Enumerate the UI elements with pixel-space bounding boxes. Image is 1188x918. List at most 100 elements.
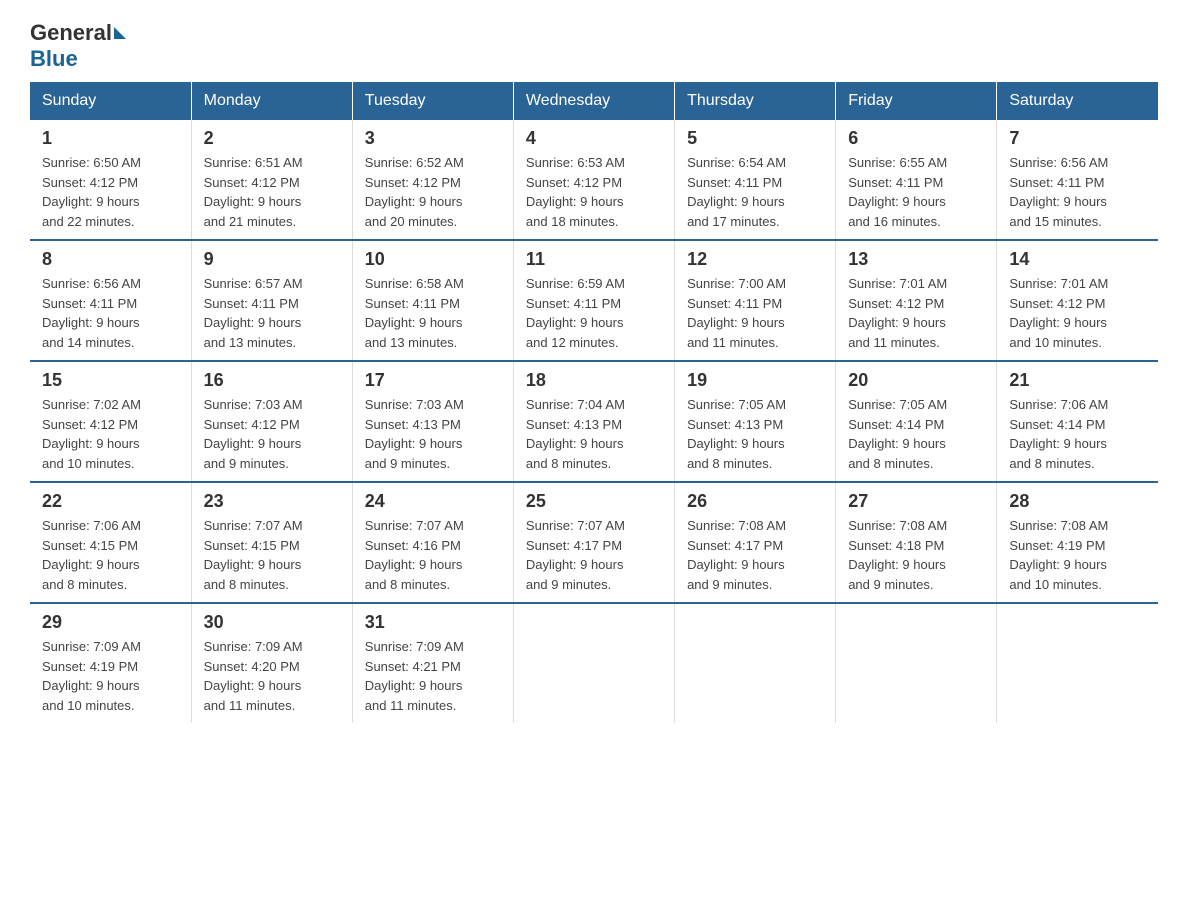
calendar-cell: 30 Sunrise: 7:09 AM Sunset: 4:20 PM Dayl… [191,603,352,723]
calendar-week-1: 1 Sunrise: 6:50 AM Sunset: 4:12 PM Dayli… [30,120,1158,240]
calendar-cell: 13 Sunrise: 7:01 AM Sunset: 4:12 PM Dayl… [836,240,997,361]
day-number: 28 [1009,491,1146,512]
day-info: Sunrise: 7:01 AM Sunset: 4:12 PM Dayligh… [848,274,984,352]
day-info: Sunrise: 7:08 AM Sunset: 4:19 PM Dayligh… [1009,516,1146,594]
day-info: Sunrise: 6:56 AM Sunset: 4:11 PM Dayligh… [42,274,179,352]
day-number: 19 [687,370,823,391]
calendar-cell: 8 Sunrise: 6:56 AM Sunset: 4:11 PM Dayli… [30,240,191,361]
calendar-cell: 3 Sunrise: 6:52 AM Sunset: 4:12 PM Dayli… [352,120,513,240]
day-info: Sunrise: 6:50 AM Sunset: 4:12 PM Dayligh… [42,153,179,231]
logo-arrow-icon [114,27,126,39]
day-number: 15 [42,370,179,391]
header-monday: Monday [191,82,352,120]
day-number: 14 [1009,249,1146,270]
day-number: 23 [204,491,340,512]
day-number: 6 [848,128,984,149]
calendar-cell: 14 Sunrise: 7:01 AM Sunset: 4:12 PM Dayl… [997,240,1158,361]
day-info: Sunrise: 7:06 AM Sunset: 4:15 PM Dayligh… [42,516,179,594]
calendar-cell: 15 Sunrise: 7:02 AM Sunset: 4:12 PM Dayl… [30,361,191,482]
calendar-cell: 22 Sunrise: 7:06 AM Sunset: 4:15 PM Dayl… [30,482,191,603]
day-number: 10 [365,249,501,270]
day-info: Sunrise: 6:55 AM Sunset: 4:11 PM Dayligh… [848,153,984,231]
day-number: 9 [204,249,340,270]
day-info: Sunrise: 7:07 AM Sunset: 4:16 PM Dayligh… [365,516,501,594]
calendar-cell: 12 Sunrise: 7:00 AM Sunset: 4:11 PM Dayl… [675,240,836,361]
calendar-cell: 24 Sunrise: 7:07 AM Sunset: 4:16 PM Dayl… [352,482,513,603]
day-number: 31 [365,612,501,633]
calendar-cell: 31 Sunrise: 7:09 AM Sunset: 4:21 PM Dayl… [352,603,513,723]
day-number: 12 [687,249,823,270]
day-number: 7 [1009,128,1146,149]
day-info: Sunrise: 7:06 AM Sunset: 4:14 PM Dayligh… [1009,395,1146,473]
calendar-body: 1 Sunrise: 6:50 AM Sunset: 4:12 PM Dayli… [30,120,1158,723]
calendar-cell: 2 Sunrise: 6:51 AM Sunset: 4:12 PM Dayli… [191,120,352,240]
day-info: Sunrise: 7:02 AM Sunset: 4:12 PM Dayligh… [42,395,179,473]
day-info: Sunrise: 6:52 AM Sunset: 4:12 PM Dayligh… [365,153,501,231]
day-info: Sunrise: 7:01 AM Sunset: 4:12 PM Dayligh… [1009,274,1146,352]
calendar-cell: 5 Sunrise: 6:54 AM Sunset: 4:11 PM Dayli… [675,120,836,240]
day-number: 16 [204,370,340,391]
day-info: Sunrise: 7:09 AM Sunset: 4:19 PM Dayligh… [42,637,179,715]
header-friday: Friday [836,82,997,120]
day-info: Sunrise: 7:05 AM Sunset: 4:14 PM Dayligh… [848,395,984,473]
calendar-cell: 21 Sunrise: 7:06 AM Sunset: 4:14 PM Dayl… [997,361,1158,482]
calendar-week-2: 8 Sunrise: 6:56 AM Sunset: 4:11 PM Dayli… [30,240,1158,361]
header-saturday: Saturday [997,82,1158,120]
day-number: 22 [42,491,179,512]
calendar-cell: 11 Sunrise: 6:59 AM Sunset: 4:11 PM Dayl… [513,240,674,361]
day-number: 11 [526,249,662,270]
calendar-week-4: 22 Sunrise: 7:06 AM Sunset: 4:15 PM Dayl… [30,482,1158,603]
calendar-cell: 20 Sunrise: 7:05 AM Sunset: 4:14 PM Dayl… [836,361,997,482]
day-info: Sunrise: 6:53 AM Sunset: 4:12 PM Dayligh… [526,153,662,231]
day-number: 20 [848,370,984,391]
day-number: 30 [204,612,340,633]
calendar-week-5: 29 Sunrise: 7:09 AM Sunset: 4:19 PM Dayl… [30,603,1158,723]
page-header: General Blue [30,20,1158,72]
calendar-cell: 4 Sunrise: 6:53 AM Sunset: 4:12 PM Dayli… [513,120,674,240]
logo: General Blue [30,20,126,72]
day-number: 3 [365,128,501,149]
day-info: Sunrise: 6:51 AM Sunset: 4:12 PM Dayligh… [204,153,340,231]
day-number: 2 [204,128,340,149]
calendar-cell: 26 Sunrise: 7:08 AM Sunset: 4:17 PM Dayl… [675,482,836,603]
day-info: Sunrise: 7:08 AM Sunset: 4:17 PM Dayligh… [687,516,823,594]
day-info: Sunrise: 7:07 AM Sunset: 4:15 PM Dayligh… [204,516,340,594]
day-info: Sunrise: 6:54 AM Sunset: 4:11 PM Dayligh… [687,153,823,231]
calendar-cell: 6 Sunrise: 6:55 AM Sunset: 4:11 PM Dayli… [836,120,997,240]
day-info: Sunrise: 7:05 AM Sunset: 4:13 PM Dayligh… [687,395,823,473]
day-info: Sunrise: 7:03 AM Sunset: 4:12 PM Dayligh… [204,395,340,473]
calendar-cell [675,603,836,723]
header-row: Sunday Monday Tuesday Wednesday Thursday… [30,82,1158,120]
calendar-cell: 9 Sunrise: 6:57 AM Sunset: 4:11 PM Dayli… [191,240,352,361]
day-number: 27 [848,491,984,512]
calendar-cell: 1 Sunrise: 6:50 AM Sunset: 4:12 PM Dayli… [30,120,191,240]
day-number: 18 [526,370,662,391]
header-tuesday: Tuesday [352,82,513,120]
calendar-cell [836,603,997,723]
day-number: 24 [365,491,501,512]
day-info: Sunrise: 7:03 AM Sunset: 4:13 PM Dayligh… [365,395,501,473]
calendar-cell: 10 Sunrise: 6:58 AM Sunset: 4:11 PM Dayl… [352,240,513,361]
calendar-week-3: 15 Sunrise: 7:02 AM Sunset: 4:12 PM Dayl… [30,361,1158,482]
day-info: Sunrise: 7:09 AM Sunset: 4:21 PM Dayligh… [365,637,501,715]
day-info: Sunrise: 7:07 AM Sunset: 4:17 PM Dayligh… [526,516,662,594]
day-info: Sunrise: 6:57 AM Sunset: 4:11 PM Dayligh… [204,274,340,352]
day-info: Sunrise: 7:09 AM Sunset: 4:20 PM Dayligh… [204,637,340,715]
calendar-cell: 27 Sunrise: 7:08 AM Sunset: 4:18 PM Dayl… [836,482,997,603]
day-number: 8 [42,249,179,270]
header-thursday: Thursday [675,82,836,120]
calendar-cell: 19 Sunrise: 7:05 AM Sunset: 4:13 PM Dayl… [675,361,836,482]
calendar-cell [513,603,674,723]
day-number: 29 [42,612,179,633]
header-sunday: Sunday [30,82,191,120]
day-number: 4 [526,128,662,149]
day-number: 21 [1009,370,1146,391]
day-number: 5 [687,128,823,149]
calendar-cell: 23 Sunrise: 7:07 AM Sunset: 4:15 PM Dayl… [191,482,352,603]
day-number: 1 [42,128,179,149]
day-info: Sunrise: 6:58 AM Sunset: 4:11 PM Dayligh… [365,274,501,352]
day-number: 26 [687,491,823,512]
calendar-cell: 16 Sunrise: 7:03 AM Sunset: 4:12 PM Dayl… [191,361,352,482]
calendar-cell: 28 Sunrise: 7:08 AM Sunset: 4:19 PM Dayl… [997,482,1158,603]
calendar-cell: 29 Sunrise: 7:09 AM Sunset: 4:19 PM Dayl… [30,603,191,723]
